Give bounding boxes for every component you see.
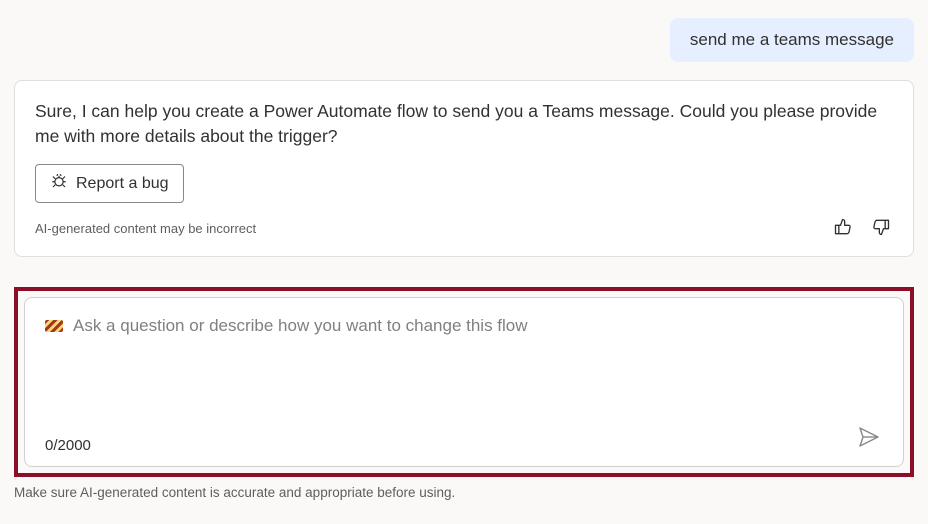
footer-disclaimer: Make sure AI-generated content is accura… — [0, 477, 928, 500]
report-bug-label: Report a bug — [76, 175, 169, 193]
prompt-placeholder: Ask a question or describe how you want … — [73, 316, 528, 336]
user-message-bubble: send me a teams message — [670, 18, 914, 62]
character-count: 0/2000 — [45, 437, 91, 454]
thumbs-down-icon — [871, 225, 891, 240]
prompt-input-bottom: 0/2000 — [45, 423, 883, 454]
thumbs-up-button[interactable] — [831, 215, 855, 242]
assistant-message-text: Sure, I can help you create a Power Auto… — [35, 99, 893, 148]
input-highlight-frame: Ask a question or describe how you want … — [14, 287, 914, 477]
send-icon — [857, 437, 881, 452]
feedback-buttons — [831, 215, 893, 242]
assistant-disclaimer: AI-generated content may be incorrect — [35, 221, 256, 236]
assistant-message-card: Sure, I can help you create a Power Auto… — [14, 80, 914, 257]
thumbs-down-button[interactable] — [869, 215, 893, 242]
prompt-input-card[interactable]: Ask a question or describe how you want … — [24, 297, 904, 467]
user-message-text: send me a teams message — [690, 30, 894, 49]
send-button[interactable] — [855, 423, 883, 454]
report-bug-button[interactable]: Report a bug — [35, 164, 184, 203]
bug-icon — [50, 172, 68, 195]
chat-container: send me a teams message Sure, I can help… — [0, 0, 928, 477]
construction-stripes-icon — [45, 320, 63, 332]
thumbs-up-icon — [833, 225, 853, 240]
prompt-input-top: Ask a question or describe how you want … — [45, 316, 883, 336]
assistant-footer: AI-generated content may be incorrect — [35, 215, 893, 242]
user-message-row: send me a teams message — [14, 18, 914, 62]
